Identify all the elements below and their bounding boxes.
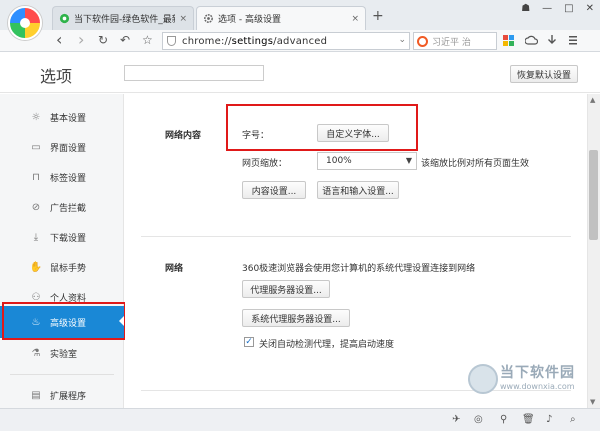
sidebar-item-gestures[interactable]: ✋ 鼠标手势 [0, 252, 124, 282]
trash-icon[interactable]: 🗑 [522, 414, 535, 425]
scrollbar-thumb[interactable] [589, 150, 598, 240]
zoom-note: 该缩放比例对所有页面生效 [421, 159, 530, 169]
window-controls: ☗ — □ ✕ [521, 3, 594, 14]
tab-close-icon[interactable]: × [179, 14, 187, 24]
sidebar-item-tabs[interactable]: ⊓ 标签设置 [0, 162, 124, 192]
sidebar-item-label: 标签设置 [50, 173, 87, 184]
section-title-network: 网络 [165, 264, 184, 274]
maximize-icon[interactable]: □ [564, 3, 573, 14]
chevron-down-icon[interactable]: ⌄ [398, 35, 406, 45]
search-input[interactable] [432, 36, 490, 46]
sidebar-item-label: 广告拦截 [50, 203, 87, 214]
site-favicon-icon [59, 13, 70, 24]
volume-icon[interactable]: ♪ [546, 414, 552, 425]
menu-icon[interactable] [568, 34, 578, 46]
page-title: 选项 [40, 67, 73, 86]
watermark-text: 当下软件园 [500, 365, 575, 381]
skin-icon[interactable]: ☗ [521, 3, 530, 14]
proxy-settings-button[interactable]: 代理服务器设置... [242, 280, 330, 298]
flask-icon: ⚗ [31, 347, 41, 359]
close-window-icon[interactable]: ✕ [586, 3, 594, 14]
sidebar-item-label: 界面设置 [50, 143, 87, 154]
hand-icon: ✋ [29, 261, 43, 273]
scroll-up-icon[interactable]: ▲ [590, 96, 595, 104]
shield-icon [167, 36, 176, 46]
address-url: chrome://settings/advanced [182, 35, 328, 47]
highlight-box-advanced [2, 302, 126, 340]
sidebar-item-adblock[interactable]: ⊘ 广告拦截 [0, 192, 124, 222]
auto-detect-proxy-checkbox[interactable]: ✓ [244, 337, 254, 347]
tab-downxia[interactable]: 当下软件园-绿色软件_最新绿 × [52, 6, 194, 30]
sidebar-item-label: 鼠标手势 [50, 263, 87, 274]
scroll-down-icon[interactable]: ▼ [590, 398, 595, 406]
extensions-icon: ▤ [31, 389, 41, 401]
sidebar-item-label: 实验室 [50, 349, 78, 360]
navigation-bar: ‹ › ↻ ↶ ☆ chrome://settings/advanced ⌄ [0, 30, 600, 52]
page-zoom-value: 100% [326, 156, 352, 166]
settings-search-input[interactable] [124, 65, 264, 81]
block-icon: ⊘ [31, 201, 41, 213]
window-icon: ▭ [31, 141, 41, 153]
reset-defaults-button[interactable]: 恢复默认设置 [510, 65, 578, 83]
tab-icon: ⊓ [32, 171, 40, 183]
sidebar-item-downloads[interactable]: ⤓ 下载设置 [0, 222, 124, 252]
language-input-button[interactable]: 语言和输入设置... [317, 181, 399, 199]
minimize-icon[interactable]: — [542, 3, 552, 14]
sidebar-item-interface[interactable]: ▭ 界面设置 [0, 132, 124, 162]
page-zoom-select[interactable]: 100% ▼ [317, 152, 417, 170]
sidebar-item-label: 扩展程序 [50, 391, 87, 402]
browser-logo-icon[interactable] [8, 6, 42, 40]
undo-icon[interactable]: ↶ [120, 33, 130, 47]
watermark-logo-icon [468, 364, 498, 394]
tab-close-icon[interactable]: × [351, 14, 359, 24]
settings-header: 选项 恢复默认设置 [0, 53, 600, 93]
tab-settings[interactable]: 选项 - 高级设置 × [196, 6, 366, 30]
vertical-scrollbar[interactable] [587, 94, 600, 408]
sidebar-item-label: 基本设置 [50, 113, 87, 124]
sidebar-item-lab[interactable]: ⚗ 实验室 [0, 338, 124, 368]
settings-sidebar: ☼ 基本设置 ▭ 界面设置 ⊓ 标签设置 ⊘ 广告拦截 ⤓ 下载设置 ✋ 鼠标手… [0, 94, 125, 410]
search-engine-icon[interactable] [417, 35, 428, 47]
new-tab-button[interactable]: + [372, 8, 384, 24]
sun-icon: ☼ [31, 111, 41, 123]
status-bar: ✈ ◎ ⚲ 🗑 ♪ ⌕ [0, 408, 600, 431]
highlight-box-font [226, 104, 418, 151]
speed-icon[interactable]: ◎ [474, 414, 483, 425]
tab-label: 当下软件园-绿色软件_最新绿 [74, 15, 175, 25]
auto-detect-proxy-label: 关闭自动检测代理，提高启动速度 [259, 340, 395, 350]
sidebar-divider [10, 374, 114, 375]
tab-label: 选项 - 高级设置 [218, 15, 281, 25]
reload-icon[interactable]: ↻ [98, 33, 108, 47]
title-bar: 当下软件园-绿色软件_最新绿 × 选项 - 高级设置 × + ☗ — □ ✕ [0, 0, 600, 40]
apps-grid-icon[interactable] [503, 35, 514, 46]
gear-icon [204, 14, 213, 23]
sidebar-item-basic[interactable]: ☼ 基本设置 [0, 102, 124, 132]
section-title-web-content: 网络内容 [165, 131, 202, 141]
chevron-down-icon: ▼ [405, 156, 412, 165]
forward-icon[interactable]: › [78, 30, 84, 49]
address-bar[interactable]: chrome://settings/advanced ⌄ [162, 32, 410, 50]
watermark-url: www.downxia.com [500, 382, 575, 391]
sidebar-item-extensions[interactable]: ▤ 扩展程序 [0, 380, 124, 410]
content-settings-button[interactable]: 内容设置... [242, 181, 306, 199]
download-icon[interactable] [547, 34, 557, 46]
pin-icon[interactable]: ✈ [452, 414, 460, 425]
sidebar-item-label: 下载设置 [50, 233, 87, 244]
section-divider [141, 236, 571, 237]
system-proxy-settings-button[interactable]: 系统代理服务器设置... [242, 309, 350, 327]
star-icon[interactable]: ☆ [142, 33, 153, 47]
back-icon[interactable]: ‹ [56, 30, 62, 49]
cloud-icon[interactable] [525, 34, 538, 46]
clip-icon[interactable]: ⚲ [500, 414, 507, 425]
search-box[interactable] [413, 32, 497, 50]
network-description: 360极速浏览器会使用您计算机的系统代理设置连接到网络 [242, 264, 476, 274]
zoom-icon[interactable]: ⌕ [570, 414, 576, 425]
page-zoom-label: 网页缩放： [242, 159, 288, 169]
download-icon: ⤓ [33, 231, 39, 243]
